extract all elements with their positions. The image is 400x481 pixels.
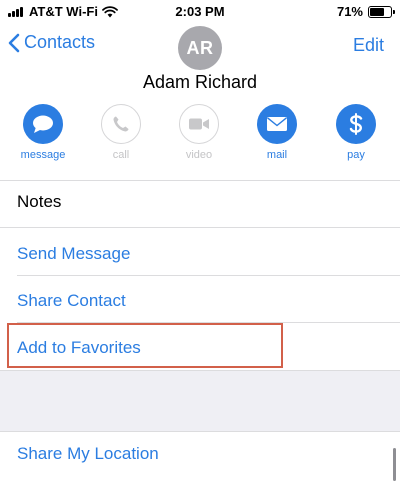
battery-icon (368, 5, 395, 18)
avatar: AR (178, 26, 222, 70)
pay-action[interactable]: pay (326, 104, 386, 161)
video-camera-icon (189, 118, 209, 130)
back-label: Contacts (24, 32, 96, 52)
video-action: video (169, 104, 229, 161)
nav-bar: Contacts AR Edit (0, 26, 400, 70)
mail-circle (257, 104, 297, 144)
video-label: video (185, 149, 213, 161)
mail-action[interactable]: mail (247, 104, 307, 161)
chevron-left-icon (8, 33, 20, 52)
call-label: call (112, 149, 130, 161)
envelope-icon (267, 117, 287, 131)
contact-name: Adam Richard (142, 72, 258, 92)
battery-level (370, 7, 385, 16)
send-message-row[interactable]: Send Message (0, 228, 400, 275)
pay-label: pay (347, 149, 365, 161)
share-contact-row[interactable]: Share Contact (0, 276, 400, 322)
message-bubble-icon (33, 115, 53, 133)
share-contact-link: Share Contact (17, 291, 126, 310)
call-action: call (91, 104, 151, 161)
mail-label: mail (266, 149, 288, 161)
back-button[interactable]: Contacts (8, 32, 95, 53)
message-label: message (20, 149, 66, 161)
battery-percent: 71% (336, 4, 363, 19)
status-bar: AT&T Wi-Fi 2:03 PM 71% (0, 0, 400, 26)
video-circle (179, 104, 219, 144)
share-location-row[interactable]: Share My Location (0, 432, 400, 481)
send-message-link: Send Message (17, 244, 131, 263)
share-location-link: Share My Location (17, 444, 159, 463)
action-buttons: message call video mail pay (0, 104, 400, 168)
dollar-icon (349, 113, 363, 135)
call-circle (101, 104, 141, 144)
scrollbar[interactable] (393, 448, 396, 481)
section-gap (0, 371, 400, 431)
phone-icon (113, 116, 129, 132)
add-to-favorites-link: Add to Favorites (17, 338, 141, 357)
notes-label: Notes (17, 192, 62, 211)
message-action[interactable]: message (13, 104, 73, 161)
edit-button[interactable]: Edit (353, 35, 384, 56)
add-to-favorites-row[interactable]: Add to Favorites (0, 323, 400, 370)
notes-row[interactable]: Notes (0, 181, 400, 227)
message-circle (23, 104, 63, 144)
status-right: 71% (336, 4, 395, 19)
pay-circle (336, 104, 376, 144)
